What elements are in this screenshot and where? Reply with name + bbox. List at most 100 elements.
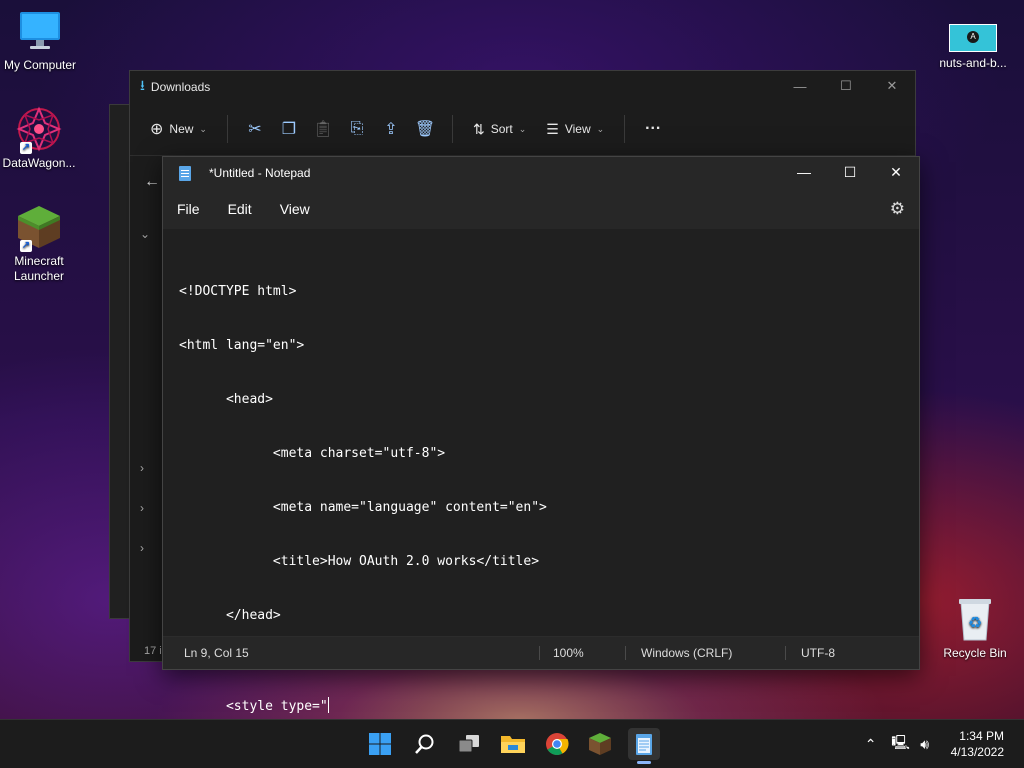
status-position: Ln 9, Col 15 xyxy=(184,646,249,660)
folder-icon xyxy=(501,736,525,753)
new-button[interactable]: ⊕ New ⌄ xyxy=(142,113,215,145)
status-zoom: 100% xyxy=(553,646,584,660)
minecraft-icon xyxy=(589,733,611,755)
trash-icon: 🗑︎ xyxy=(414,121,436,138)
notepad-window-controls: — ☐ ✕ xyxy=(781,157,919,187)
notepad-icon xyxy=(636,734,652,755)
editor-line: <head> xyxy=(179,392,273,407)
new-label: New xyxy=(169,122,194,136)
copy-button[interactable]: ❐ xyxy=(274,113,304,145)
settings-gear-icon[interactable]: ⚙ xyxy=(890,199,905,219)
close-button[interactable]: ✕ xyxy=(873,157,919,187)
plus-circle-icon: ⊕ xyxy=(150,121,164,138)
shortcut-arrow-icon: ↗ xyxy=(20,142,32,154)
minecraft-taskbar-button[interactable] xyxy=(584,728,616,760)
back-arrow-icon[interactable]: ← xyxy=(144,173,160,191)
notepad-icon xyxy=(179,165,191,181)
notepad-title: *Untitled - Notepad xyxy=(209,166,311,180)
chevron-down-icon: ⌄ xyxy=(199,123,207,134)
clock-time: 1:34 PM xyxy=(959,729,1004,743)
editor-line: <html lang="en"> xyxy=(179,338,305,353)
desktop-icon-my-computer[interactable]: My Computer xyxy=(0,10,80,73)
desktop-icon-datawagon[interactable]: ↗ DataWagon... xyxy=(0,106,79,171)
chevron-down-icon: ⌄ xyxy=(596,123,605,134)
delete-button[interactable]: 🗑︎ xyxy=(410,113,440,145)
status-divider xyxy=(785,646,786,660)
minecraft-icon: ↗ xyxy=(16,204,62,252)
text-caret xyxy=(327,697,329,713)
more-icon: ··· xyxy=(645,120,662,137)
copy-icon: ❐ xyxy=(281,121,297,138)
scissors-icon: ✂ xyxy=(248,121,262,138)
minimize-button[interactable]: — xyxy=(777,71,823,101)
cut-button[interactable]: ✂ xyxy=(240,113,270,145)
status-divider xyxy=(625,646,626,660)
toolbar-divider xyxy=(624,115,626,143)
search-icon xyxy=(415,734,434,754)
desktop-icon-label: DataWagon... xyxy=(2,156,76,170)
rename-button[interactable]: ⎘ xyxy=(342,113,372,145)
clock[interactable]: 1:34 PM 4/13/2022 xyxy=(937,728,1024,760)
active-app-indicator xyxy=(637,761,651,764)
paste-button[interactable]: 📋︎ xyxy=(308,113,338,145)
task-view-icon xyxy=(458,735,479,753)
shortcut-arrow-icon: ↗ xyxy=(20,240,32,252)
svg-text:♻: ♻ xyxy=(968,613,982,632)
sort-label: Sort xyxy=(490,122,513,136)
sort-icon: ⇅ xyxy=(472,120,485,137)
editor-line: <title>How OAuth 2.0 works</title> xyxy=(179,554,540,569)
text-editor[interactable]: <!DOCTYPE html> <html lang="en"> <head> … xyxy=(163,229,919,714)
taskbar: ⌃ 🖳︎ 🔊︎ 1:34 PM 4/13/2022 xyxy=(0,719,1024,768)
rename-icon: ⎘ xyxy=(350,120,364,137)
notepad-window[interactable]: *Untitled - Notepad — ☐ ✕ File Edit View… xyxy=(162,156,920,714)
editor-line: </head> xyxy=(179,608,281,623)
notepad-status-bar: Ln 9, Col 15 100% Windows (CRLF) UTF-8 xyxy=(163,636,919,669)
windows-logo-icon xyxy=(369,733,391,755)
chevron-right-icon[interactable]: › xyxy=(140,461,144,475)
desktop-icon-nuts-and-bolts[interactable]: A nuts-and-b... xyxy=(933,24,1013,71)
chevron-down-icon: ⌄ xyxy=(518,123,527,134)
view-label: View xyxy=(564,122,591,136)
start-button[interactable] xyxy=(364,728,396,760)
sort-button[interactable]: ⇅ Sort ⌄ xyxy=(465,113,534,145)
explorer-status: 17 i xyxy=(144,645,162,657)
chrome-icon xyxy=(546,733,569,755)
file-explorer-taskbar-button[interactable] xyxy=(497,728,529,760)
share-button[interactable]: ⇪ xyxy=(376,113,406,145)
search-button[interactable] xyxy=(409,728,441,760)
network-icon[interactable]: 🖳︎ xyxy=(889,732,913,756)
download-icon: ⭳ xyxy=(140,77,145,93)
editor-line: <meta name="language" content="en"> xyxy=(179,500,547,515)
explorer-toolbar: ⊕ New ⌄ ✂ ❐ 📋︎ ⎘ ⇪ 🗑︎ ⇅ Sort ⌄ ☰ View ⌄ … xyxy=(130,103,915,156)
toolbar-divider xyxy=(451,115,453,143)
desktop-icon-minecraft[interactable]: ↗ Minecraft Launcher xyxy=(0,204,79,284)
task-view-button[interactable] xyxy=(453,728,485,760)
chevron-right-icon[interactable]: › xyxy=(140,541,144,555)
more-options-button[interactable]: ··· xyxy=(637,113,669,145)
notepad-menu-bar: File Edit View ⚙ xyxy=(163,189,919,229)
desktop-icon-label: My Computer xyxy=(3,58,77,72)
volume-icon[interactable]: 🔊︎ xyxy=(913,736,937,753)
menu-file[interactable]: File xyxy=(169,201,208,217)
notepad-taskbar-button[interactable] xyxy=(628,728,660,764)
datawagon-icon: ↗ xyxy=(16,106,62,154)
chevron-right-icon[interactable]: › xyxy=(140,501,144,515)
explorer-title: Downloads xyxy=(150,80,211,94)
desktop-icon-label: Recycle Bin xyxy=(943,646,1007,660)
menu-edit[interactable]: Edit xyxy=(220,201,260,217)
status-encoding: UTF-8 xyxy=(801,646,835,660)
chevron-up-icon[interactable]: ⌃ xyxy=(859,736,883,753)
maximize-button[interactable]: ☐ xyxy=(827,157,873,187)
share-icon: ⇪ xyxy=(384,121,398,138)
maximize-button[interactable]: ☐ xyxy=(823,71,869,101)
chrome-taskbar-button[interactable] xyxy=(541,728,573,760)
editor-line: <meta charset="utf-8"> xyxy=(179,446,446,461)
status-line-ending: Windows (CRLF) xyxy=(641,646,733,660)
close-button[interactable]: ✕ xyxy=(869,71,915,101)
minimize-button[interactable]: — xyxy=(781,157,827,187)
menu-view[interactable]: View xyxy=(272,201,318,217)
chevron-down-icon[interactable]: ⌄ xyxy=(140,227,150,241)
view-button[interactable]: ☰ View ⌄ xyxy=(538,113,612,145)
desktop-icon-recycle-bin[interactable]: ♻ Recycle Bin xyxy=(935,596,1015,661)
desktop-icon-label: nuts-and-b... xyxy=(939,56,1007,70)
